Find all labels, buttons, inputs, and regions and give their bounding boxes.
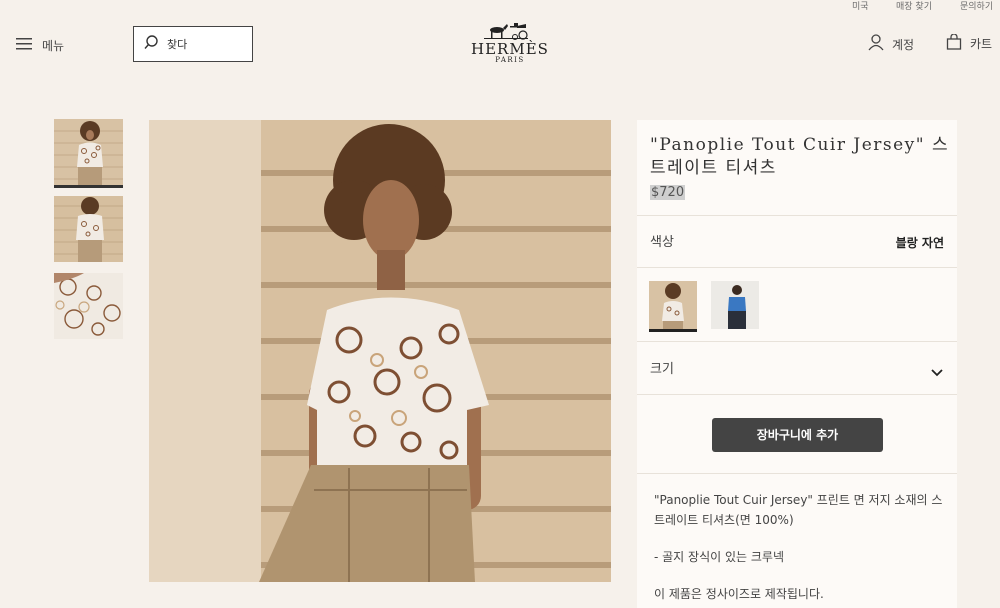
menu-label: 메뉴 (42, 39, 65, 53)
product-details-panel: "Panoplie Tout Cuir Jersey" 스트레이트 티셔츠 $7… (637, 120, 957, 608)
cart-label: 카트 (970, 37, 993, 51)
search-icon (144, 34, 159, 54)
color-swatch-blue[interactable] (711, 281, 759, 332)
product-main-image[interactable] (149, 120, 611, 582)
brand-logo[interactable]: HERMÈS PARIS (470, 20, 550, 66)
color-swatch-blanc-naturel[interactable] (649, 281, 697, 332)
store-finder-link[interactable]: 매장 찾기 (896, 0, 932, 12)
divider (637, 215, 957, 216)
selected-color-value: 블랑 자연 (895, 236, 944, 250)
add-to-cart-button[interactable]: 장바구니에 추가 (712, 418, 883, 452)
brand-city: PARIS (495, 56, 525, 64)
thumbnail-gallery (54, 119, 124, 350)
divider (637, 394, 957, 395)
account-label: 계정 (892, 37, 915, 52)
search-box[interactable] (133, 26, 253, 62)
description-paragraph: - 골지 장식이 있는 크루넥 (654, 550, 784, 564)
menu-button[interactable]: 메뉴 (16, 36, 64, 55)
horse-carriage-logo-icon (484, 23, 528, 40)
divider (637, 267, 957, 268)
hamburger-icon (16, 36, 32, 55)
color-label: 색상 (650, 235, 674, 250)
account-button[interactable]: 계정 (868, 34, 914, 54)
search-input[interactable] (167, 37, 247, 51)
description-paragraph: 이 제품은 정사이즈로 제작됩니다. (654, 587, 824, 601)
chevron-down-icon (931, 362, 943, 381)
thumbnail-back[interactable] (54, 196, 123, 262)
contact-link[interactable]: 문의하기 (960, 0, 993, 12)
thumbnail-front[interactable] (54, 119, 123, 188)
country-link[interactable]: 미국 (852, 0, 869, 12)
cart-button[interactable]: 카트 (946, 33, 993, 53)
product-description: "Panoplie Tout Cuir Jersey" 프린트 면 저지 소재의… (654, 490, 949, 608)
product-title: "Panoplie Tout Cuir Jersey" 스트레이트 티셔츠 (650, 135, 950, 178)
size-selector[interactable]: 크기 (637, 342, 957, 394)
description-paragraph: "Panoplie Tout Cuir Jersey" 프린트 면 저지 소재의… (654, 493, 943, 527)
site-header: 메뉴 HERMÈS PARIS 계정 (0, 12, 1000, 76)
thumbnail-detail[interactable] (54, 273, 123, 339)
product-price: $720 (650, 185, 686, 200)
utility-bar: 미국 매장 찾기 문의하기 (0, 0, 1000, 12)
user-icon (868, 34, 884, 54)
divider (637, 473, 957, 474)
shopping-bag-icon (946, 33, 962, 53)
size-label: 크기 (650, 362, 674, 377)
